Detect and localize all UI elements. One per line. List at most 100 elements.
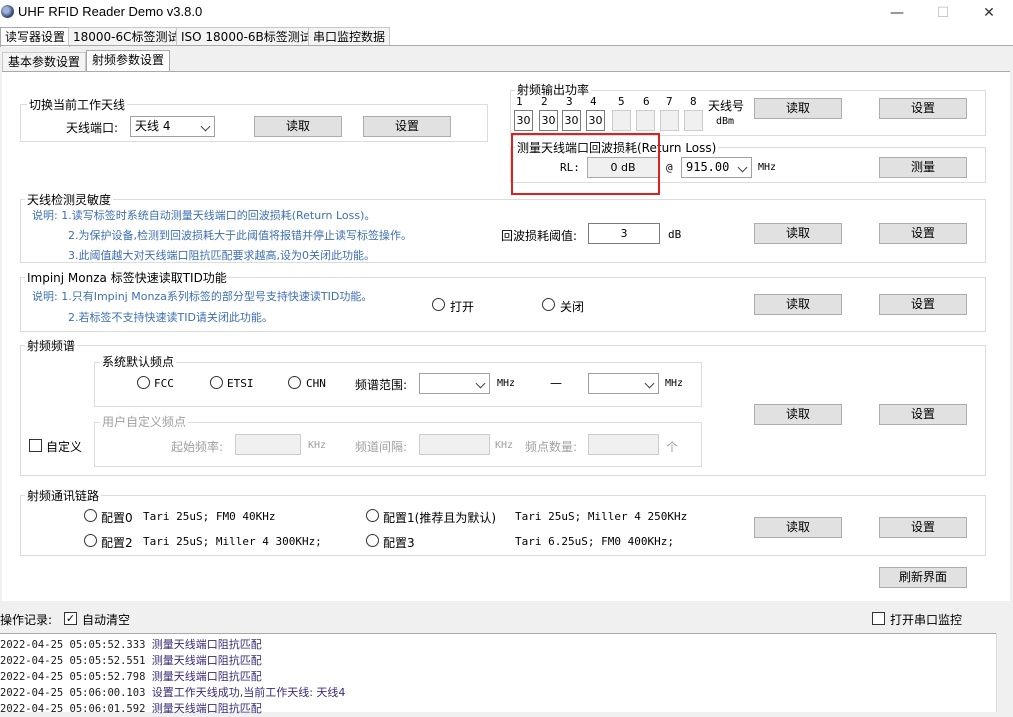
- sensitivity-note-2: 2.为保护设备,检测到回波损耗大于此阈值将报错并停止读写标签操作。: [68, 229, 412, 242]
- ant-number-2: 2: [541, 95, 548, 108]
- antenna-port-value: 天线 4: [135, 119, 171, 133]
- auto-clear-label: 自动清空: [82, 613, 131, 627]
- range-start-select[interactable]: [419, 373, 490, 394]
- start-freq-label: 起始频率:: [171, 440, 224, 454]
- refresh-button[interactable]: 刷新界面: [879, 567, 967, 588]
- tab-6c-test[interactable]: 18000-6C标签测试: [68, 27, 185, 46]
- ant-number-4: 4: [590, 95, 597, 108]
- close-button[interactable]: ✕: [966, 0, 1012, 26]
- power-input-3[interactable]: 30: [562, 110, 581, 131]
- subtab-basic-params[interactable]: 基本参数设置: [2, 52, 87, 72]
- range-end-unit: MHz: [665, 378, 684, 389]
- impinj-set-button[interactable]: 设置: [879, 294, 967, 315]
- highlight-box: [511, 133, 660, 195]
- spectrum-read-button[interactable]: 读取: [754, 404, 842, 425]
- impinj-open-label: 打开: [450, 300, 475, 314]
- checkmark-icon: ✓: [65, 612, 76, 625]
- range-label: 频谱范围:: [355, 378, 408, 392]
- rl-at-symbol: @: [666, 161, 673, 174]
- chevron-down-icon: [644, 378, 655, 389]
- ant-number-3: 3: [566, 95, 573, 108]
- etsi-radio[interactable]: [210, 376, 223, 389]
- impinj-close-label: 关闭: [560, 300, 585, 314]
- auto-clear-checkbox[interactable]: ✓: [64, 612, 77, 625]
- minimize-button[interactable]: —: [874, 0, 920, 26]
- log-line: 2022-04-25 05:05:52.798 测量天线端口阻抗匹配: [0, 669, 262, 685]
- log-message: 测量天线端口阻抗匹配: [151, 702, 262, 715]
- log-message: 测量天线端口阻抗匹配: [151, 670, 262, 683]
- interval-input[interactable]: [419, 434, 490, 455]
- spectrum-set-button[interactable]: 设置: [879, 404, 967, 425]
- log-line: 2022-04-25 05:06:01.592 测量天线端口阻抗匹配: [0, 701, 262, 717]
- spectrum-title: 射频频谱: [25, 337, 78, 354]
- sensitivity-read-button[interactable]: 读取: [754, 223, 842, 244]
- range-start-unit: MHz: [497, 378, 516, 389]
- log-message: 测量天线端口阻抗匹配: [151, 638, 262, 651]
- log-line: 2022-04-25 05:05:52.333 测量天线端口阻抗匹配: [0, 637, 262, 653]
- cfg2-label: 配置2: [101, 536, 133, 550]
- interval-label: 频道间隔:: [355, 440, 408, 454]
- etsi-label: ETSI: [227, 377, 254, 390]
- link-title: 射频通讯链路: [25, 487, 102, 504]
- cfg0-radio[interactable]: [84, 509, 97, 522]
- impinj-close-radio[interactable]: [542, 298, 555, 311]
- cfg1-radio[interactable]: [366, 509, 379, 522]
- cfg1-desc: Tari 25uS; Miller 4 250KHz: [515, 510, 688, 523]
- sensitivity-note-3: 3.此阈值越大对天线端口阻抗匹配要求越高,设为0关闭此功能。: [68, 249, 375, 262]
- measure-button[interactable]: 测量: [879, 157, 967, 178]
- count-unit: 个: [666, 440, 679, 454]
- cfg3-radio[interactable]: [366, 534, 379, 547]
- log-message: 测量天线端口阻抗匹配: [151, 654, 262, 667]
- range-end-select[interactable]: [588, 373, 659, 394]
- serial-monitor-label: 打开串口监控: [890, 613, 963, 627]
- subtab-rf-params[interactable]: 射频参数设置: [86, 50, 171, 72]
- log-line: 2022-04-25 05:05:52.551 测量天线端口阻抗匹配: [0, 653, 262, 669]
- impinj-title: Impinj Monza 标签快速读取TID功能: [25, 269, 229, 286]
- log-label: 操作记录:: [0, 613, 53, 627]
- custom-checkbox[interactable]: [29, 439, 42, 452]
- antenna-port-select[interactable]: 天线 4: [130, 116, 215, 137]
- fcc-radio[interactable]: [137, 376, 150, 389]
- tab-reader-settings[interactable]: 读写器设置: [0, 27, 71, 47]
- window-title: UHF RFID Reader Demo v3.8.0: [18, 4, 203, 19]
- log-message: 设置工作天线成功,当前工作天线: 天线4: [151, 686, 346, 699]
- log-scrollbar[interactable]: [996, 633, 1013, 712]
- log-area[interactable]: 2022-04-25 05:05:52.333 测量天线端口阻抗匹配 2022-…: [0, 633, 997, 715]
- power-set-button[interactable]: 设置: [879, 98, 967, 119]
- power-input-7[interactable]: [660, 110, 679, 131]
- cfg0-label: 配置0: [101, 511, 133, 525]
- cfg2-radio[interactable]: [84, 534, 97, 547]
- serial-monitor-checkbox[interactable]: [872, 612, 885, 625]
- power-input-1[interactable]: 30: [514, 110, 533, 131]
- ant-number-1: 1: [516, 95, 523, 108]
- link-read-button[interactable]: 读取: [754, 517, 842, 538]
- rl-frequency-select[interactable]: 915.00: [681, 157, 752, 178]
- antenna-read-button[interactable]: 读取: [254, 116, 342, 137]
- rl-frequency-value: 915.00: [686, 160, 730, 174]
- power-read-button[interactable]: 读取: [754, 98, 842, 119]
- sensitivity-set-button[interactable]: 设置: [879, 223, 967, 244]
- tab-6b-test[interactable]: ISO 18000-6B标签测试: [176, 27, 317, 46]
- chevron-down-icon: [737, 162, 748, 173]
- threshold-label: 回波损耗阈值:: [501, 229, 578, 243]
- power-input-8[interactable]: [684, 110, 703, 131]
- tab-serial-monitor[interactable]: 串口监控数据: [308, 27, 391, 46]
- cfg2-desc: Tari 25uS; Miller 4 300KHz;: [143, 535, 322, 548]
- log-time: 2022-04-25 05:05:52.333: [0, 639, 146, 651]
- count-input[interactable]: [588, 434, 659, 455]
- impinj-read-button[interactable]: 读取: [754, 294, 842, 315]
- chn-radio[interactable]: [288, 376, 301, 389]
- ant-number-5: 5: [618, 95, 625, 108]
- start-freq-input[interactable]: [235, 434, 301, 455]
- link-set-button[interactable]: 设置: [879, 517, 967, 538]
- power-input-5[interactable]: [612, 110, 631, 131]
- antenna-set-button[interactable]: 设置: [363, 116, 451, 137]
- power-input-2[interactable]: 30: [539, 110, 558, 131]
- maximize-button[interactable]: ☐: [920, 0, 966, 26]
- log-line: 2022-04-25 05:06:00.103 设置工作天线成功,当前工作天线:…: [0, 685, 345, 701]
- fcc-label: FCC: [154, 377, 174, 390]
- power-input-4[interactable]: 30: [586, 110, 605, 131]
- impinj-open-radio[interactable]: [432, 298, 445, 311]
- power-input-6[interactable]: [636, 110, 655, 131]
- threshold-input[interactable]: 3: [588, 223, 660, 244]
